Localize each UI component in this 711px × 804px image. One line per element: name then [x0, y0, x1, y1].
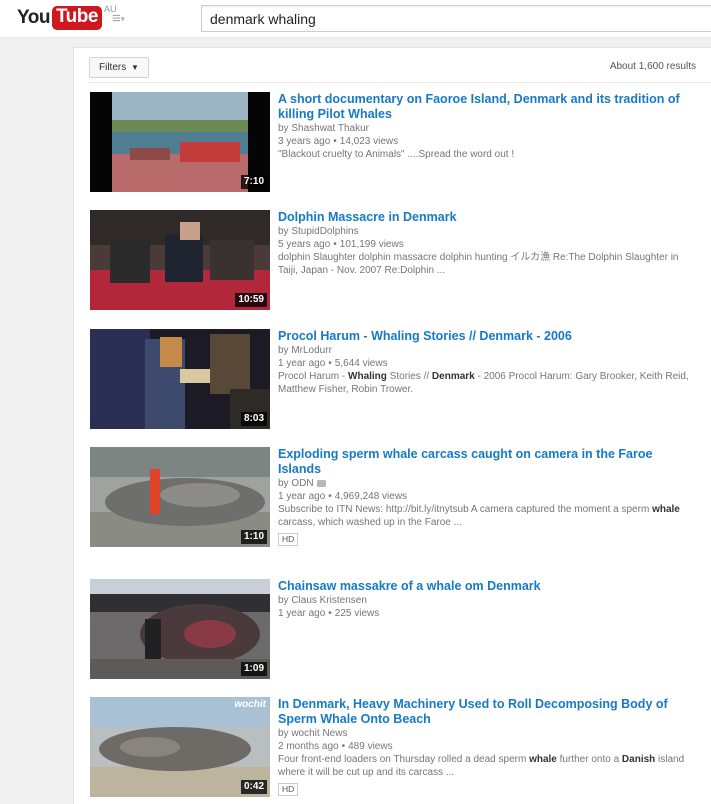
video-duration: 8:03 — [240, 412, 267, 426]
result-meta: Exploding sperm whale carcass caught on … — [278, 447, 698, 547]
channel-line: by Claus Kristensen — [278, 594, 698, 607]
view-count: 489 views — [348, 741, 393, 752]
video-title-link[interactable]: Procol Harum - Whaling Stories // Denmar… — [278, 329, 698, 344]
logo-tube-text: Tube — [51, 6, 102, 30]
caret-down-icon: ▼ — [131, 63, 139, 72]
masthead: You Tube AU ≡▾ — [0, 0, 711, 38]
filters-bar: Filters ▼ About 1,600 results — [89, 55, 711, 83]
stats-line: 3 years ago • 14,023 views — [278, 135, 698, 148]
caret-down-icon: ▾ — [120, 14, 125, 24]
video-title-link[interactable]: Chainsaw massakre of a whale om Denmark — [278, 579, 698, 594]
video-thumbnail[interactable]: 1:10 — [90, 447, 270, 547]
video-description: "Blackout cruelty to Animals" ....Spread… — [278, 149, 515, 160]
verified-icon — [316, 479, 326, 487]
video-description: Four front-end loaders on Thursday rolle… — [278, 754, 685, 778]
separator-dot: • — [328, 608, 332, 619]
channel-name[interactable]: by StupidDolphins — [278, 226, 359, 237]
separator-dot: • — [341, 741, 346, 752]
result-meta: A short documentary on Faoroe Island, De… — [278, 92, 698, 161]
search-results-panel: Filters ▼ About 1,600 results 7:10 A sho… — [73, 47, 711, 804]
result-meta: Chainsaw massakre of a whale om Denmark … — [278, 579, 698, 620]
result-meta: Dolphin Massacre in Denmark by StupidDol… — [278, 210, 698, 277]
channel-line: by wochit News — [278, 727, 698, 740]
stats-line: 2 months ago • 489 views — [278, 740, 698, 753]
upload-age: 1 year ago — [278, 358, 326, 369]
upload-age: 1 year ago — [278, 491, 326, 502]
channel-name[interactable]: by wochit News — [278, 728, 347, 739]
video-thumbnail[interactable]: 8:03 — [90, 329, 270, 429]
youtube-logo[interactable]: You Tube AU — [17, 4, 116, 30]
search-input[interactable] — [202, 6, 711, 31]
separator-dot: • — [328, 491, 332, 502]
view-count: 101,199 views — [339, 239, 404, 250]
hamburger-icon: ≡ — [112, 10, 121, 27]
view-count: 225 views — [334, 608, 380, 619]
logo-you-text: You — [17, 7, 50, 28]
channel-name[interactable]: by ODN — [278, 478, 314, 489]
video-thumbnail[interactable]: 10:59 — [90, 210, 270, 310]
hd-badge: HD — [278, 783, 299, 796]
result-meta: In Denmark, Heavy Machinery Used to Roll… — [278, 697, 698, 797]
video-description: Procol Harum - Whaling Stories // Denmar… — [278, 371, 689, 395]
channel-line: by MrLodurr — [278, 344, 698, 357]
guide-menu-button[interactable]: ≡▾ — [112, 10, 138, 28]
video-title-link[interactable]: In Denmark, Heavy Machinery Used to Roll… — [278, 697, 698, 727]
channel-line: by Shashwat Thakur — [278, 122, 698, 135]
result-meta: Procol Harum - Whaling Stories // Denmar… — [278, 329, 698, 396]
search-box[interactable] — [201, 5, 711, 32]
filters-label: Filters — [99, 62, 127, 73]
video-thumbnail[interactable]: 7:10 — [90, 92, 270, 192]
upload-age: 1 year ago — [278, 608, 326, 619]
video-duration: 1:10 — [240, 530, 267, 544]
upload-age: 3 years ago — [278, 136, 331, 147]
results-count: About 1,600 results — [609, 61, 696, 72]
channel-name[interactable]: by Shashwat Thakur — [278, 123, 369, 134]
view-count: 4,969,248 views — [334, 491, 408, 502]
video-duration: 10:59 — [235, 293, 267, 307]
view-count: 5,644 views — [334, 358, 388, 369]
separator-dot: • — [333, 136, 337, 147]
channel-name[interactable]: by MrLodurr — [278, 345, 332, 356]
channel-name[interactable]: by Claus Kristensen — [278, 595, 367, 606]
separator-dot: • — [328, 358, 332, 369]
video-title-link[interactable]: Exploding sperm whale carcass caught on … — [278, 447, 698, 477]
video-duration: 0:42 — [240, 780, 267, 794]
hd-badge: HD — [278, 533, 299, 546]
video-thumbnail[interactable]: 1:09 — [90, 579, 270, 679]
stats-line: 5 years ago • 101,199 views — [278, 238, 698, 251]
stats-line: 1 year ago • 4,969,248 views — [278, 490, 698, 503]
video-duration: 7:10 — [240, 175, 267, 189]
upload-age: 2 months ago — [278, 741, 339, 752]
video-title-link[interactable]: A short documentary on Faoroe Island, De… — [278, 92, 698, 122]
filters-button[interactable]: Filters ▼ — [89, 57, 149, 78]
video-thumbnail[interactable]: wochit 0:42 — [90, 697, 270, 797]
channel-line: by StupidDolphins — [278, 225, 698, 238]
upload-age: 5 years ago — [278, 239, 331, 250]
wochit-watermark: wochit — [234, 699, 266, 710]
stats-line: 1 year ago • 5,644 views — [278, 357, 698, 370]
video-title-link[interactable]: Dolphin Massacre in Denmark — [278, 210, 698, 225]
separator-dot: • — [333, 239, 337, 250]
stats-line: 1 year ago • 225 views — [278, 607, 698, 620]
channel-line: by ODN — [278, 477, 698, 490]
video-description: Subscribe to ITN News: http://bit.ly/itn… — [278, 504, 680, 528]
view-count: 14,023 views — [339, 136, 399, 147]
video-description: dolphin Slaughter dolphin massacre dolph… — [278, 252, 679, 276]
video-duration: 1:09 — [240, 662, 267, 676]
